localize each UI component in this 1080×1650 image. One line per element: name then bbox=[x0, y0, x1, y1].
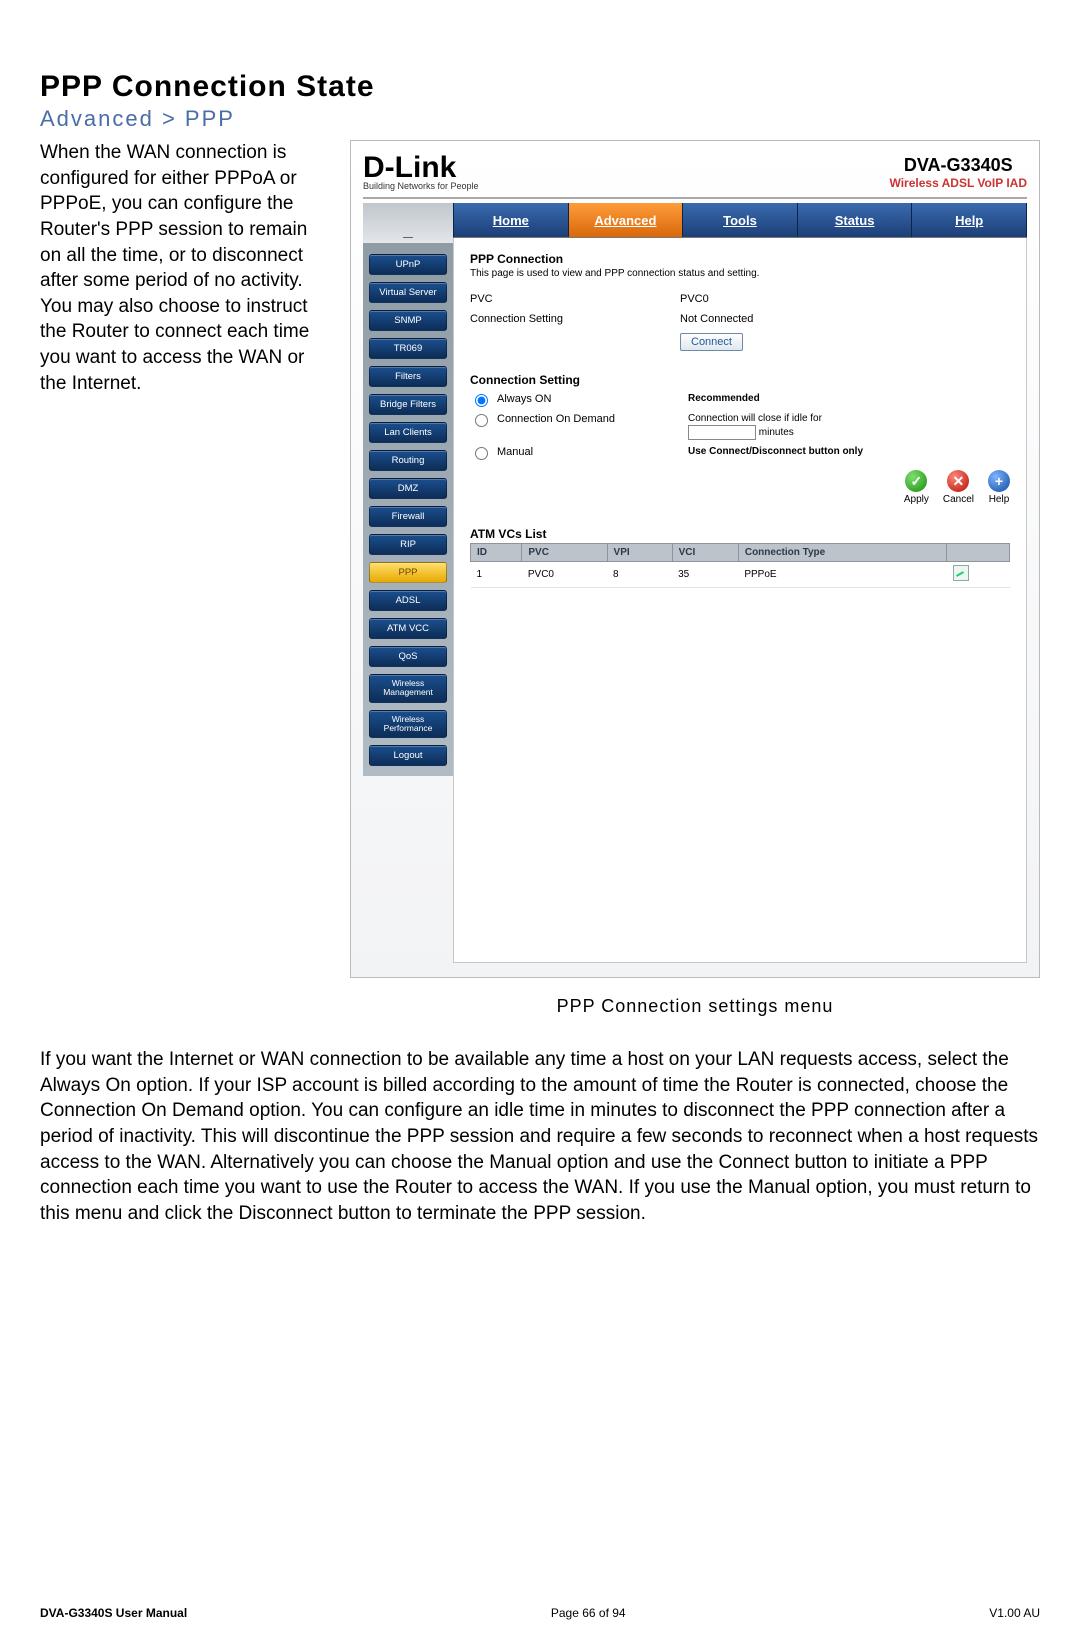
sidebar-device-image: ⎯⎯ bbox=[363, 203, 453, 244]
option-on-demand-note: Connection will close if idle for minute… bbox=[688, 413, 822, 440]
sidebar: UPnP Virtual Server SNMP TR069 Filters B… bbox=[363, 244, 453, 776]
pvc-value: PVC0 bbox=[680, 293, 709, 305]
sidebar-item-atm-vcc[interactable]: ATM VCC bbox=[369, 618, 447, 639]
connection-mode-heading: Connection Setting bbox=[470, 373, 1010, 387]
option-on-demand-label: Connection On Demand bbox=[497, 413, 682, 425]
connection-status-value: Not Connected bbox=[680, 313, 753, 325]
sidebar-item-tr069[interactable]: TR069 bbox=[369, 338, 447, 359]
check-icon: ✓ bbox=[905, 470, 927, 492]
body-text-2: option. If your ISP account is billed ac… bbox=[131, 1075, 1008, 1096]
figure-caption: PPP Connection settings menu bbox=[350, 996, 1040, 1017]
sidebar-item-rip[interactable]: RIP bbox=[369, 534, 447, 555]
cell-vci: 35 bbox=[672, 562, 738, 588]
option-always-on-label: Always ON bbox=[497, 393, 682, 405]
option-manual-note: Use Connect/Disconnect button only bbox=[688, 446, 863, 457]
atm-vcs-table: ID PVC VPI VCI Connection Type 1 bbox=[470, 543, 1010, 588]
intro-paragraph: When the WAN connection is configured fo… bbox=[40, 140, 320, 1047]
th-vpi: VPI bbox=[607, 544, 672, 562]
body-always-on: Always On bbox=[40, 1075, 131, 1096]
x-icon: ✕ bbox=[947, 470, 969, 492]
connect-button[interactable]: Connect bbox=[680, 333, 743, 351]
footer-center: Page 66 of 94 bbox=[551, 1606, 626, 1620]
tab-advanced[interactable]: Advanced bbox=[569, 203, 684, 237]
tab-tools[interactable]: Tools bbox=[683, 203, 798, 237]
option-always-on-note: Recommended bbox=[688, 393, 760, 404]
th-type: Connection Type bbox=[738, 544, 947, 562]
sidebar-item-routing[interactable]: Routing bbox=[369, 450, 447, 471]
footer-left: DVA-G3340S User Manual bbox=[40, 1606, 187, 1620]
idle-minutes-input[interactable] bbox=[688, 425, 756, 440]
sidebar-item-dmz[interactable]: DMZ bbox=[369, 478, 447, 499]
body-manual: Manual bbox=[489, 1152, 551, 1173]
tab-home[interactable]: Home bbox=[453, 203, 569, 237]
apply-label: Apply bbox=[904, 494, 929, 505]
cancel-button[interactable]: ✕ Cancel bbox=[943, 470, 974, 505]
sidebar-item-wireless-performance[interactable]: Wireless Performance bbox=[369, 710, 447, 739]
edit-row-icon[interactable] bbox=[953, 565, 969, 581]
body-text-1: If you want the Internet or WAN connecti… bbox=[40, 1049, 1009, 1070]
body-connection-on-demand: Connection On Demand bbox=[40, 1100, 244, 1121]
sidebar-item-bridge-filters[interactable]: Bridge Filters bbox=[369, 394, 447, 415]
sidebar-item-lan-clients[interactable]: Lan Clients bbox=[369, 422, 447, 443]
panel-description: This page is used to view and PPP connec… bbox=[470, 268, 1010, 279]
plus-icon: + bbox=[988, 470, 1010, 492]
body-disconnect: Disconnect bbox=[239, 1203, 333, 1224]
th-edit bbox=[947, 544, 1010, 562]
pvc-label: PVC bbox=[470, 293, 680, 305]
router-screenshot: D-Link Building Networks for People DVA-… bbox=[350, 140, 1040, 978]
page-title: PPP Connection State bbox=[40, 70, 1040, 104]
footer-right: V1.00 AU bbox=[989, 1606, 1040, 1620]
sidebar-item-ppp[interactable]: PPP bbox=[369, 562, 447, 583]
sidebar-item-wireless-management[interactable]: Wireless Management bbox=[369, 674, 447, 703]
body-paragraph: If you want the Internet or WAN connecti… bbox=[40, 1047, 1040, 1226]
cell-vpi: 8 bbox=[607, 562, 672, 588]
sidebar-item-upnp[interactable]: UPnP bbox=[369, 254, 447, 275]
apply-button[interactable]: ✓ Apply bbox=[904, 470, 929, 505]
model-name: DVA-G3340S bbox=[890, 155, 1028, 176]
tab-status[interactable]: Status bbox=[798, 203, 913, 237]
sidebar-item-virtual-server[interactable]: Virtual Server bbox=[369, 282, 447, 303]
panel-heading: PPP Connection bbox=[470, 252, 1010, 266]
sidebar-item-snmp[interactable]: SNMP bbox=[369, 310, 447, 331]
option-manual-label: Manual bbox=[497, 446, 682, 458]
connection-setting-label: Connection Setting bbox=[470, 313, 680, 325]
body-connect: Connect bbox=[718, 1152, 789, 1173]
th-id: ID bbox=[471, 544, 522, 562]
idle-note-suffix: minutes bbox=[759, 427, 794, 438]
sidebar-item-firewall[interactable]: Firewall bbox=[369, 506, 447, 527]
help-button[interactable]: + Help bbox=[988, 470, 1010, 505]
table-row: 1 PVC0 8 35 PPPoE bbox=[471, 562, 1010, 588]
sidebar-item-filters[interactable]: Filters bbox=[369, 366, 447, 387]
idle-note-prefix: Connection will close if idle for bbox=[688, 413, 822, 424]
model-subtitle: Wireless ADSL VoIP IAD bbox=[890, 176, 1028, 190]
cell-pvc: PVC0 bbox=[522, 562, 607, 588]
cancel-label: Cancel bbox=[943, 494, 974, 505]
help-label: Help bbox=[989, 494, 1010, 505]
cell-type: PPPoE bbox=[738, 562, 947, 588]
body-text-4: option and use the bbox=[552, 1152, 719, 1173]
th-pvc: PVC bbox=[522, 544, 607, 562]
sidebar-item-adsl[interactable]: ADSL bbox=[369, 590, 447, 611]
th-vci: VCI bbox=[672, 544, 738, 562]
cell-id: 1 bbox=[471, 562, 522, 588]
atm-vcs-title: ATM VCs List bbox=[470, 527, 1010, 541]
body-text-6: button to terminate the PPP session. bbox=[333, 1203, 646, 1224]
sidebar-item-logout[interactable]: Logout bbox=[369, 745, 447, 766]
brand-logo: D-Link bbox=[363, 151, 479, 185]
sidebar-item-qos[interactable]: QoS bbox=[369, 646, 447, 667]
tab-help[interactable]: Help bbox=[912, 203, 1027, 237]
radio-manual[interactable] bbox=[475, 447, 488, 460]
breadcrumb: Advanced > PPP bbox=[40, 106, 1040, 132]
radio-always-on[interactable] bbox=[475, 394, 488, 407]
radio-connection-on-demand[interactable] bbox=[475, 414, 488, 427]
brand-tagline: Building Networks for People bbox=[363, 181, 479, 191]
